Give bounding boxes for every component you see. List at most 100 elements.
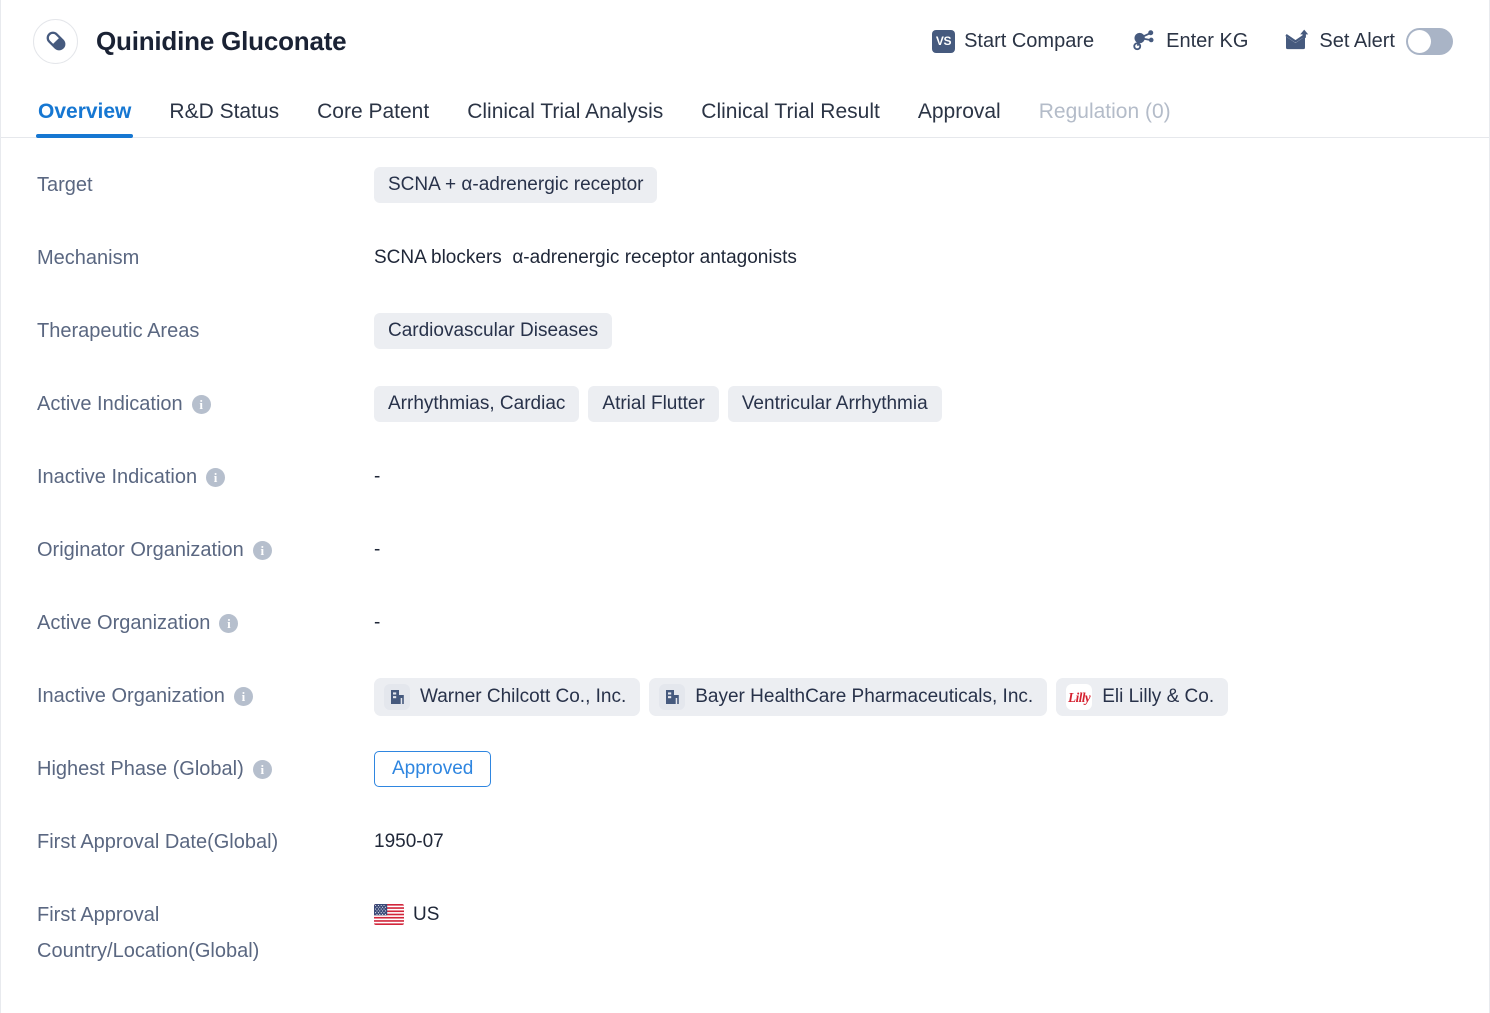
- therapeutic-area-chip[interactable]: Cardiovascular Diseases: [374, 313, 613, 349]
- row-value-inactive-indication: -: [374, 458, 1489, 495]
- row-inactive-organization: Inactive Organization i Warner Chilcott …: [1, 677, 1489, 750]
- set-alert-toggle[interactable]: [1406, 27, 1453, 55]
- vs-badge-icon: VS: [932, 29, 956, 53]
- row-mechanism: Mechanism SCNA blockers α-adrenergic rec…: [1, 239, 1489, 312]
- lilly-logo-icon: Lilly: [1066, 684, 1093, 710]
- inactive-indication-value: -: [374, 466, 381, 487]
- active-indication-chip[interactable]: Ventricular Arrhythmia: [727, 386, 942, 422]
- info-icon[interactable]: i: [206, 468, 226, 487]
- page-header: Quinidine Gluconate VS Start Compare Ent…: [1, 0, 1489, 82]
- label-text: Highest Phase (Global): [37, 758, 244, 780]
- label-text: Active Indication: [37, 393, 183, 415]
- start-compare-button[interactable]: VS Start Compare: [932, 29, 1095, 53]
- organization-name: Warner Chilcott Co., Inc.: [420, 686, 627, 707]
- row-label-active-organization: Active Organization i: [37, 604, 374, 641]
- info-icon[interactable]: i: [191, 395, 211, 414]
- originator-organization-value: -: [374, 539, 381, 560]
- enter-kg-label: Enter KG: [1166, 29, 1249, 52]
- row-label-inactive-organization: Inactive Organization i: [37, 677, 374, 714]
- row-label-active-indication: Active Indication i: [37, 385, 374, 422]
- row-label-target: Target: [37, 166, 374, 203]
- target-chip[interactable]: SCNA + α-adrenergic receptor: [374, 167, 658, 203]
- organization-name: Bayer HealthCare Pharmaceuticals, Inc.: [695, 686, 1034, 707]
- tab-bar: Overview R&D Status Core Patent Clinical…: [1, 82, 1489, 138]
- tab-core-patent[interactable]: Core Patent: [298, 100, 448, 137]
- row-label-mechanism: Mechanism: [37, 239, 374, 276]
- set-alert-label: Set Alert: [1319, 29, 1395, 52]
- highest-phase-button[interactable]: Approved: [374, 751, 492, 787]
- drug-detail-page: Quinidine Gluconate VS Start Compare Ent…: [0, 0, 1490, 1013]
- row-active-organization: Active Organization i -: [1, 604, 1489, 677]
- organization-chip[interactable]: Lilly Eli Lilly & Co.: [1056, 678, 1229, 716]
- country-code-label: US: [413, 903, 440, 925]
- row-value-therapeutic-areas: Cardiovascular Diseases: [374, 312, 1489, 349]
- tab-approval[interactable]: Approval: [899, 100, 1020, 137]
- header-actions: VS Start Compare Enter KG Set Alert: [932, 27, 1453, 56]
- us-flag-icon: [374, 904, 404, 925]
- label-text: First Approval Country/Location(Global): [37, 904, 260, 962]
- row-label-inactive-indication: Inactive Indication i: [37, 458, 374, 495]
- tab-overview[interactable]: Overview: [19, 100, 150, 138]
- row-label-therapeutic-areas: Therapeutic Areas: [37, 312, 374, 349]
- row-value-mechanism: SCNA blockers α-adrenergic receptor anta…: [374, 239, 1489, 276]
- row-active-indication: Active Indication i Arrhythmias, Cardiac…: [1, 385, 1489, 458]
- alert-mail-icon: [1284, 27, 1310, 56]
- first-approval-country-value: US: [374, 904, 439, 926]
- row-label-first-approval-date: First Approval Date(Global): [37, 823, 374, 860]
- row-target: Target SCNA + α-adrenergic receptor: [1, 166, 1489, 239]
- row-label-first-approval-country: First Approval Country/Location(Global): [37, 896, 374, 969]
- label-text: Therapeutic Areas: [37, 320, 200, 342]
- overview-panel: Target SCNA + α-adrenergic receptor Mech…: [1, 138, 1489, 969]
- label-text: Inactive Indication: [37, 466, 198, 488]
- set-alert-control[interactable]: Set Alert: [1284, 27, 1453, 56]
- info-icon[interactable]: i: [233, 687, 253, 706]
- row-value-active-organization: -: [374, 604, 1489, 641]
- row-value-first-approval-date: 1950-07: [374, 823, 1489, 860]
- row-value-target: SCNA + α-adrenergic receptor: [374, 166, 1489, 203]
- enter-kg-button[interactable]: Enter KG: [1130, 27, 1248, 56]
- label-text: Inactive Organization: [37, 685, 225, 707]
- tab-regulation: Regulation (0): [1038, 100, 1171, 123]
- drug-title-group: Quinidine Gluconate: [33, 18, 347, 64]
- knowledge-graph-icon: [1130, 27, 1157, 56]
- label-text: Active Organization: [37, 612, 211, 634]
- first-approval-date-value: 1950-07: [374, 831, 444, 852]
- label-text: Target: [37, 174, 93, 196]
- active-organization-value: -: [374, 612, 381, 633]
- page-title: Quinidine Gluconate: [96, 25, 347, 56]
- organization-chip[interactable]: Bayer HealthCare Pharmaceuticals, Inc.: [649, 678, 1048, 716]
- tab-clinical-trial-result[interactable]: Clinical Trial Result: [682, 100, 899, 137]
- organization-name: Eli Lilly & Co.: [1102, 686, 1215, 707]
- row-value-highest-phase: Approved: [374, 750, 1489, 787]
- info-icon[interactable]: i: [252, 760, 272, 779]
- row-value-originator-organization: -: [374, 531, 1489, 568]
- row-first-approval-date: First Approval Date(Global) 1950-07: [1, 823, 1489, 896]
- lilly-logo-text: Lilly: [1068, 689, 1091, 705]
- label-text: Originator Organization: [37, 539, 244, 561]
- row-inactive-indication: Inactive Indication i -: [1, 458, 1489, 531]
- organization-chip[interactable]: Warner Chilcott Co., Inc.: [374, 678, 641, 716]
- row-value-active-indication: Arrhythmias, Cardiac Atrial Flutter Vent…: [374, 385, 1489, 422]
- label-text: First Approval Date(Global): [37, 831, 279, 853]
- mechanism-value: SCNA blockers α-adrenergic receptor anta…: [374, 247, 797, 268]
- start-compare-label: Start Compare: [964, 29, 1095, 52]
- tab-clinical-trial-analysis[interactable]: Clinical Trial Analysis: [448, 100, 682, 137]
- row-originator-organization: Originator Organization i -: [1, 531, 1489, 604]
- row-first-approval-country: First Approval Country/Location(Global): [1, 896, 1489, 969]
- capsule-pill-icon: [33, 18, 78, 64]
- row-label-highest-phase: Highest Phase (Global) i: [37, 750, 374, 787]
- row-value-first-approval-country: US: [374, 896, 1489, 932]
- row-highest-phase: Highest Phase (Global) i Approved: [1, 750, 1489, 823]
- active-indication-chip[interactable]: Atrial Flutter: [588, 386, 719, 422]
- building-icon: [659, 684, 686, 710]
- row-therapeutic-areas: Therapeutic Areas Cardiovascular Disease…: [1, 312, 1489, 385]
- toggle-knob: [1408, 29, 1431, 53]
- row-value-inactive-organization: Warner Chilcott Co., Inc. Bayer HealthCa…: [374, 677, 1489, 716]
- info-icon[interactable]: i: [219, 614, 239, 633]
- building-icon: [384, 684, 410, 710]
- active-indication-chip[interactable]: Arrhythmias, Cardiac: [374, 386, 580, 422]
- tab-rd-status[interactable]: R&D Status: [150, 100, 298, 137]
- label-text: Mechanism: [37, 247, 140, 269]
- row-label-originator-organization: Originator Organization i: [37, 531, 374, 568]
- info-icon[interactable]: i: [252, 541, 272, 560]
